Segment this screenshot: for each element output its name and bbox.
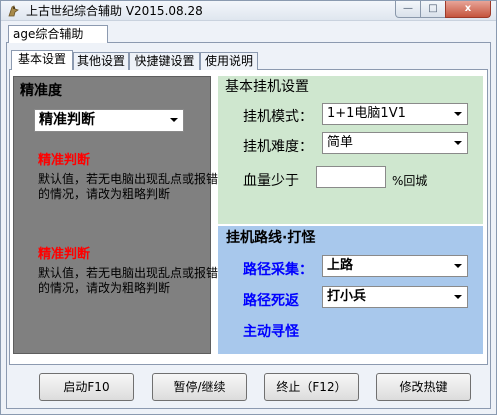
chevron-down-icon	[454, 295, 462, 299]
window-title: 上古世纪综合辅助 V2015.08.28	[26, 4, 203, 18]
precision-select-value: 精准判断	[39, 112, 95, 128]
minimize-button[interactable]: —	[395, 1, 421, 18]
precision-select[interactable]: 精准判断	[34, 109, 184, 132]
chevron-down-icon	[170, 118, 178, 122]
precision-note-heading: 精准判断	[38, 247, 91, 262]
afk-difficulty-select[interactable]: 简单	[322, 132, 468, 154]
afk-mode-label: 挂机模式：	[243, 109, 313, 125]
tab-basic-settings[interactable]: 基本设置	[11, 50, 73, 70]
chevron-down-icon	[454, 141, 462, 145]
maximize-button[interactable]: □	[420, 1, 446, 18]
edit-hotkey-button[interactable]: 修改热键	[376, 373, 471, 401]
chevron-down-icon	[454, 112, 462, 116]
title-bar[interactable]: 上古世纪综合辅助 V2015.08.28 — □ x	[1, 1, 496, 21]
close-button[interactable]: x	[445, 1, 491, 18]
pause-resume-button[interactable]: 暂停/继续	[152, 373, 247, 401]
chevron-down-icon	[454, 264, 462, 268]
app-logo-icon	[8, 5, 19, 17]
afk-mode-value: 1+1电脑1V1	[327, 106, 406, 121]
tab-hotkey-settings[interactable]: 快捷键设置	[129, 52, 200, 70]
path-collect-value: 上路	[327, 258, 354, 273]
afk-mode-select[interactable]: 1+1电脑1V1	[322, 103, 468, 125]
tab-age-helper[interactable]: age综合辅助	[8, 25, 108, 43]
tab-usage-help[interactable]: 使用说明	[200, 52, 258, 70]
tab-other-settings[interactable]: 其他设置	[73, 52, 129, 70]
path-death-return-select[interactable]: 打小兵	[322, 286, 468, 308]
afk-difficulty-value: 简单	[327, 135, 354, 150]
hp-threshold-suffix: %回城	[392, 174, 428, 188]
path-collect-select[interactable]: 上路	[322, 255, 468, 277]
stop-button[interactable]: 终止（F12）	[264, 373, 359, 401]
hp-threshold-label: 血量少于	[243, 173, 299, 189]
precision-note-text: 默认值，若无电脑出现乱点或报错的情况，请改为粗略判断	[38, 172, 219, 201]
hp-threshold-input[interactable]	[316, 166, 386, 188]
basic-afk-group-label: 基本挂机设置	[225, 79, 309, 95]
route-group-label: 挂机路线·打怪	[226, 230, 316, 246]
auto-seek-label[interactable]: 主动寻怪	[243, 321, 299, 341]
path-collect-label: 路径采集：	[243, 262, 313, 278]
path-death-return-value: 打小兵	[327, 289, 367, 304]
path-death-return-label: 路径死返	[243, 293, 299, 309]
precision-group-label: 精准度	[20, 83, 62, 99]
start-button[interactable]: 启动F10	[39, 373, 134, 401]
afk-difficulty-label: 挂机难度：	[243, 139, 313, 155]
precision-note-heading: 精准判断	[38, 153, 91, 168]
precision-note-text: 默认值，若无电脑出现乱点或报错的情况，请改为粗略判断	[38, 266, 219, 295]
